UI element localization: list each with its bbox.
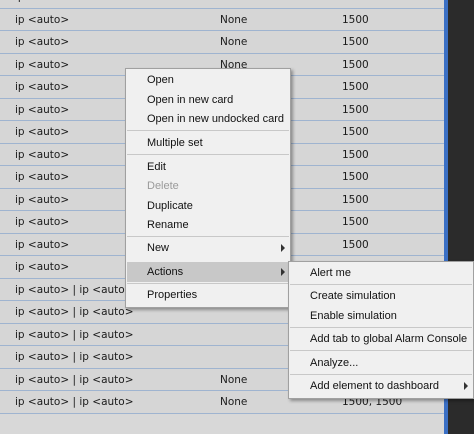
submenu-arrow-icon xyxy=(281,244,285,252)
table-row[interactable]: ip <auto> None 1500 xyxy=(0,0,444,9)
table-cell-c1: ip <auto> xyxy=(15,36,70,48)
table-cell-c1: ip <auto> xyxy=(15,0,205,9)
submenu-arrow-icon xyxy=(281,268,285,276)
menu-item-alert-me[interactable]: Alert me xyxy=(290,263,472,283)
menu-item-properties[interactable]: Properties xyxy=(127,285,289,305)
table-cell-c2: None xyxy=(220,13,248,26)
menu-item-add-element-dashboard[interactable]: Add element to dashboard xyxy=(290,376,472,396)
menu-separator xyxy=(127,283,289,284)
table-cell-c3: 1500 xyxy=(342,148,369,161)
table-cell-c3: 1500 xyxy=(342,13,369,26)
table-cell-c1: ip <auto> | ip <auto> xyxy=(15,328,134,341)
actions-submenu: Alert me Create simulation Enable simula… xyxy=(288,261,474,399)
submenu-arrow-icon xyxy=(464,382,468,390)
table-cell-c3: 1500 xyxy=(342,103,369,116)
menu-item-edit[interactable]: Edit xyxy=(127,157,289,177)
table-cell-c3: 1500 xyxy=(342,216,369,228)
menu-item-actions-label: Actions xyxy=(147,266,184,278)
menu-item-rename[interactable]: Rename xyxy=(127,215,289,235)
menu-separator xyxy=(290,284,472,285)
menu-item-new[interactable]: New xyxy=(127,238,289,258)
menu-item-add-element-dashboard-label: Add element to dashboard xyxy=(310,380,440,392)
menu-separator xyxy=(290,350,472,351)
menu-item-open[interactable]: Open xyxy=(127,70,289,90)
menu-separator xyxy=(290,374,472,375)
table-cell-c1: ip <auto> xyxy=(15,13,70,26)
menu-item-duplicate[interactable]: Duplicate xyxy=(127,196,289,216)
table-row[interactable]: ip <auto> None 1500 xyxy=(0,8,444,31)
menu-separator xyxy=(127,236,289,237)
table-row[interactable]: ip <auto> None 1500 xyxy=(0,31,444,54)
menu-item-add-tab-alarm-console[interactable]: Add tab to global Alarm Console xyxy=(290,329,472,349)
table-cell-c2: None xyxy=(220,0,330,9)
table-cell-c2: None xyxy=(220,36,248,48)
table-cell-c1: ip <auto> | ip <auto> xyxy=(15,373,134,386)
table-cell-c3: 1500 xyxy=(342,171,369,183)
menu-separator xyxy=(127,130,289,131)
menu-item-new-label: New xyxy=(147,242,170,254)
menu-item-analyze[interactable]: Analyze... xyxy=(290,353,472,373)
table-cell-c3: 1500 xyxy=(342,36,369,48)
menu-item-actions[interactable]: Actions xyxy=(127,262,289,282)
table-cell-c1: ip <auto> | ip <auto> xyxy=(15,351,134,363)
table-cell-c1: ip <auto> | ip <auto> xyxy=(15,396,134,408)
menu-separator xyxy=(127,154,289,155)
menu-item-multiple-set[interactable]: Multiple set xyxy=(127,133,289,153)
menu-item-create-simulation[interactable]: Create simulation xyxy=(290,286,472,306)
table-cell-c3: 1500 xyxy=(342,193,369,206)
context-menu: Open Open in new card Open in new undock… xyxy=(125,68,291,308)
menu-item-open-undocked[interactable]: Open in new undocked card xyxy=(127,109,289,129)
table-cell-c3: 1500 xyxy=(342,0,442,9)
table-cell-c3: 1500 xyxy=(342,238,369,251)
table-cell-c3: 1500 xyxy=(342,126,369,138)
menu-separator xyxy=(290,327,472,328)
menu-item-open-new-card[interactable]: Open in new card xyxy=(127,90,289,110)
table-cell-c3: 1500 xyxy=(342,81,369,93)
menu-item-delete: Delete xyxy=(147,180,179,192)
menu-item-enable-simulation[interactable]: Enable simulation xyxy=(290,306,472,326)
table-cell-c3: 1500 xyxy=(342,58,369,71)
